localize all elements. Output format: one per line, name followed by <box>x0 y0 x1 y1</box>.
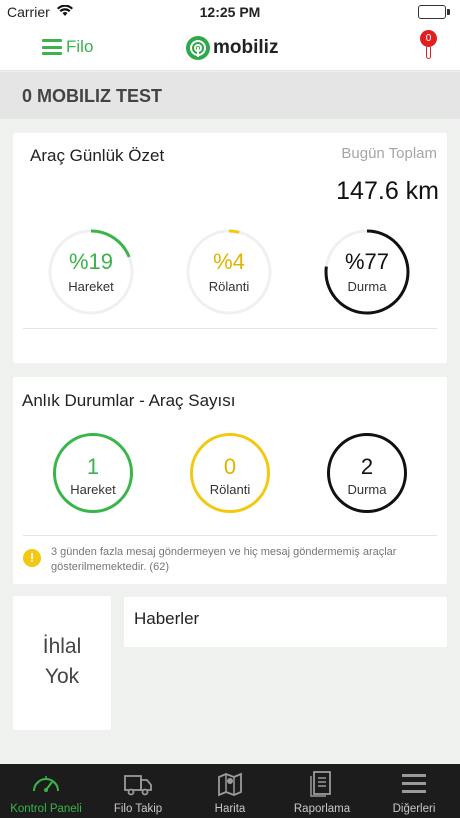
movement-label: Hareket <box>68 279 114 294</box>
tab-label: Filo Takip <box>113 803 163 815</box>
moving-count-circle[interactable]: 1 Hareket <box>53 433 133 513</box>
news-heading: Haberler <box>134 609 200 628</box>
battery-tip <box>447 9 450 15</box>
menu-icon <box>402 774 426 793</box>
gauge-icon <box>33 776 59 792</box>
tab-raporlama[interactable]: Raporlama <box>276 764 368 818</box>
movement-percent: %19 <box>68 249 114 274</box>
movement-ring: %19 Hareket <box>48 229 134 315</box>
news-card[interactable]: Haberler <box>124 597 447 647</box>
violation-line-1: İhlal <box>42 635 82 658</box>
idle-count-circle[interactable]: 0 Rölanti <box>190 433 270 513</box>
battery-icon <box>418 5 446 19</box>
today-total-label: Bugün Toplam <box>341 145 437 162</box>
stopped-count-circle[interactable]: 2 Durma <box>327 433 407 513</box>
moving-count-label: Hareket <box>70 482 116 497</box>
today-distance: 147.6 km <box>336 177 439 205</box>
clock: 12:25 PM <box>199 4 261 20</box>
mobiliz-logo: mobiliz <box>186 34 278 62</box>
logo-signal-icon <box>186 36 210 60</box>
idle-count: 0 <box>223 454 237 479</box>
hamburger-icon <box>42 39 62 55</box>
tab-label: Diğerleri <box>392 803 436 815</box>
idle-ring: %4 Rölanti <box>186 229 272 315</box>
violation-card[interactable]: İhlal Yok <box>13 596 111 730</box>
stop-percent: %77 <box>344 249 390 274</box>
page-title: 0 MOBILIZ TEST <box>22 86 163 106</box>
card-divider <box>23 328 437 329</box>
violation-text: İhlal Yok <box>13 632 111 692</box>
idle-count-label: Rölanti <box>209 482 251 497</box>
tab-label: Kontrol Paneli <box>10 803 82 815</box>
idle-label: Rölanti <box>208 279 250 294</box>
filo-menu-label: Filo <box>66 37 94 56</box>
instant-status-card: Anlık Durumlar - Araç Sayısı 1 Hareket 0… <box>13 377 447 584</box>
navbar: Filo mobiliz 0 <box>0 24 460 71</box>
tab-label: Raporlama <box>293 803 351 815</box>
tab-kontrol-paneli[interactable]: Kontrol Paneli <box>0 764 92 818</box>
daily-summary-heading: Araç Günlük Özet <box>30 146 165 165</box>
filo-menu-button[interactable]: Filo <box>42 36 93 58</box>
tab-digerleri[interactable]: Diğerleri <box>368 764 460 818</box>
map-icon <box>218 772 242 797</box>
logo-text: mobiliz <box>213 37 279 58</box>
status-bar: Carrier 12:25 PM <box>0 0 460 24</box>
instant-status-heading: Anlık Durumlar - Araç Sayısı <box>22 391 236 410</box>
violation-line-2: Yok <box>44 665 80 688</box>
idle-percent: %4 <box>213 249 245 274</box>
alarm-badge[interactable]: 0 <box>420 30 437 47</box>
tab-bar: Kontrol Paneli Filo Takip Harita Raporla… <box>0 764 460 818</box>
report-icon <box>310 771 331 797</box>
stop-ring: %77 Durma <box>324 229 410 315</box>
alarm-pin-icon[interactable] <box>426 47 431 59</box>
truck-icon <box>124 775 152 796</box>
tab-filo-takip[interactable]: Filo Takip <box>92 764 184 818</box>
tab-label: Harita <box>214 803 246 815</box>
fleet-title-bar[interactable]: 0 MOBILIZ TEST <box>0 72 460 119</box>
stopped-count: 2 <box>360 454 374 479</box>
stop-label: Durma <box>347 279 387 294</box>
card-divider <box>23 535 437 536</box>
daily-summary-card: Araç Günlük Özet Bugün Toplam 147.6 km %… <box>13 133 447 363</box>
tab-harita[interactable]: Harita <box>184 764 276 818</box>
warning-text: 3 günden fazla mesaj göndermeyen ve hiç … <box>51 546 397 573</box>
stopped-count-label: Durma <box>347 482 387 497</box>
moving-count: 1 <box>86 454 100 479</box>
exclamation-icon: ! <box>23 549 41 567</box>
